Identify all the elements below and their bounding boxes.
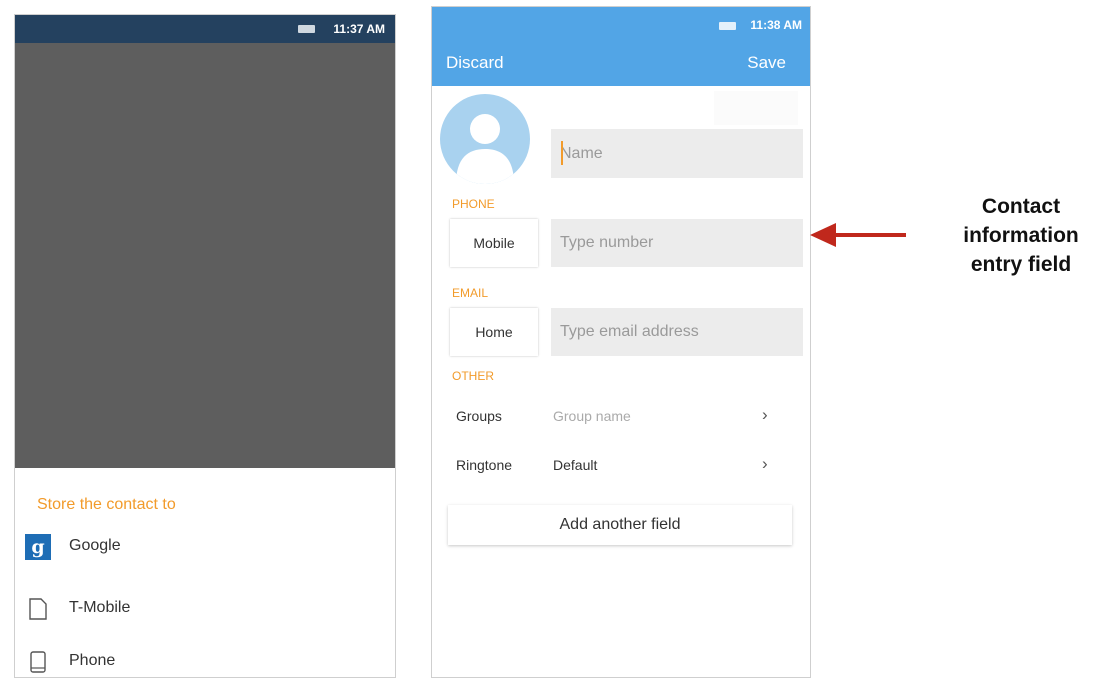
groups-row[interactable]: Groups Group name › (432, 401, 810, 431)
status-time: 11:38 AM (750, 18, 802, 32)
person-silhouette-icon (456, 114, 514, 184)
annotation-line: entry field (970, 253, 1072, 276)
store-contact-sheet: Store the contact to g Google T-Mobile P… (15, 468, 395, 677)
option-t-mobile[interactable]: T-Mobile (25, 590, 385, 630)
google-icon: g (25, 534, 51, 560)
new-contact-screen: 11:38 AM Discard Save Name PHONE Mobile … (431, 6, 811, 678)
battery-icon (298, 25, 315, 33)
dimmed-background (15, 43, 395, 468)
ringtone-value: Default (553, 457, 598, 473)
status-bar: 11:37 AM (15, 15, 395, 43)
phone-placeholder: Type number (560, 234, 654, 251)
groups-label: Groups (456, 408, 502, 424)
option-label: Google (69, 537, 121, 554)
phone-type-selector[interactable]: Mobile (450, 219, 538, 267)
ringtone-row[interactable]: Ringtone Default › (432, 450, 810, 480)
option-label: Phone (69, 652, 116, 669)
save-button[interactable]: Save (747, 53, 786, 73)
status-time: 11:37 AM (333, 22, 385, 36)
annotation-line: Contact (981, 195, 1061, 218)
chevron-right-icon: › (762, 454, 768, 473)
email-input[interactable]: Type email address (551, 308, 803, 356)
store-contact-screen: 11:37 AM Store the contact to g Google T… (14, 14, 396, 678)
option-phone[interactable]: Phone (25, 643, 385, 677)
ringtone-label: Ringtone (456, 457, 513, 473)
discard-button[interactable]: Discard (446, 53, 504, 73)
other-section-label: OTHER (452, 369, 494, 383)
app-bar: 11:38 AM Discard Save (432, 7, 810, 86)
document-icon (25, 596, 51, 622)
annotation-line: information (963, 224, 1079, 247)
add-another-field-button[interactable]: Add another field (448, 505, 792, 545)
phone-section-label: PHONE (452, 197, 495, 211)
groups-value: Group name (553, 408, 631, 424)
sheet-title: Store the contact to (37, 496, 176, 513)
phone-icon (25, 649, 51, 675)
option-label: T-Mobile (69, 599, 131, 616)
name-field[interactable]: Name (551, 129, 803, 178)
page: 11:37 AM Store the contact to g Google T… (0, 0, 1103, 681)
phone-number-input[interactable]: Type number (551, 219, 803, 267)
annotation-label: Contact information entry field (940, 192, 1102, 279)
chevron-right-icon: › (762, 405, 768, 424)
battery-icon (719, 22, 736, 30)
arrow-left-icon (810, 223, 906, 247)
contact-photo-avatar[interactable] (440, 94, 530, 184)
email-type-selector[interactable]: Home (450, 308, 538, 356)
faint-placeholder-box (714, 91, 798, 125)
email-placeholder: Type email address (560, 323, 699, 340)
name-placeholder: Name (560, 145, 603, 162)
option-google[interactable]: g Google (25, 528, 385, 568)
text-cursor (561, 141, 563, 165)
email-section-label: EMAIL (452, 286, 489, 300)
